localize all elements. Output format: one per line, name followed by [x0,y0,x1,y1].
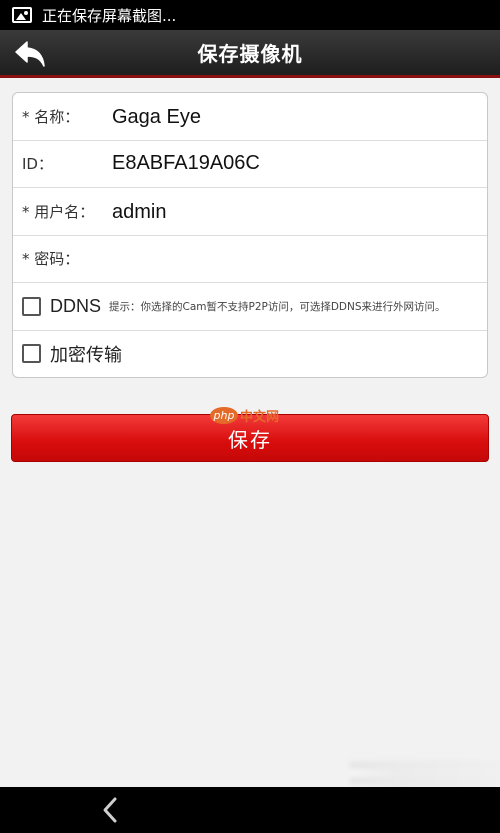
name-label: * 名称： [22,107,80,126]
app-header: 保存摄像机 [0,30,500,78]
ddns-label: DDNS [50,295,102,316]
ddns-checkbox[interactable] [22,296,41,316]
image-icon [12,7,32,23]
name-row: * 名称： [13,93,487,141]
name-input[interactable] [112,101,472,133]
username-input[interactable] [112,196,472,228]
nav-back-button[interactable] [90,793,130,827]
ddns-row: DDNS 提示：你选择的Cam暂不支持P2P访问，可选择DDNS来进行外网访问。 [13,283,487,331]
username-label: * 用户名： [22,202,95,221]
encrypt-row: 加密传输 [13,331,487,377]
password-row: * 密码： [13,236,487,283]
save-button[interactable]: 保存 [11,414,489,462]
status-bar: 正在保存屏幕截图... [0,0,500,30]
nav-back-icon [103,797,117,823]
back-arrow-icon [15,41,45,67]
page-title: 保存摄像机 [197,42,303,66]
password-input[interactable] [112,243,472,276]
encrypt-label: 加密传输 [50,344,122,365]
camera-form: * 名称： ID： E8ABFA19A06C * 用户名： * 密码： DDNS… [12,92,488,378]
encrypt-checkbox[interactable] [22,344,41,363]
password-label: * 密码： [22,250,80,269]
id-value: E8ABFA19A06C [112,152,260,175]
ddns-hint: 提示：你选择的Cam暂不支持P2P访问，可选择DDNS来进行外网访问。 [109,300,446,313]
back-button[interactable] [8,34,52,74]
navigation-bar [0,787,500,833]
id-row: ID： E8ABFA19A06C [13,141,487,188]
status-text: 正在保存屏幕截图... [42,6,177,25]
id-label: ID： [22,155,53,174]
username-row: * 用户名： [13,188,487,236]
